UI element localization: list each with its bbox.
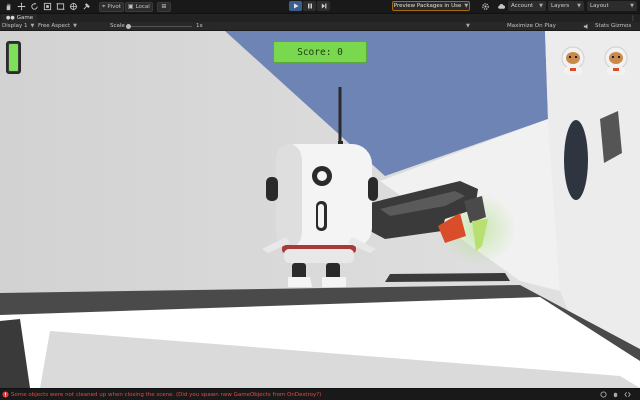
- life-astronaut-icon: [561, 46, 585, 75]
- play-focus-dropdown[interactable]: ▼: [466, 22, 470, 31]
- layers-label: Layers: [551, 3, 570, 9]
- floor-vent: [385, 273, 510, 282]
- progress-icon[interactable]: [600, 391, 607, 398]
- bug-icon[interactable]: [612, 391, 619, 398]
- play-button[interactable]: [289, 1, 302, 11]
- wall-porthole: [564, 120, 588, 200]
- scale-slider-handle[interactable]: [126, 24, 131, 29]
- rect-icon[interactable]: [56, 2, 65, 11]
- console-status-bar[interactable]: Some objects were not cleaned up when cl…: [0, 388, 640, 400]
- preview-packages-dropdown[interactable]: Preview Packages in Use ▼: [392, 1, 470, 11]
- scale-slider-track[interactable]: [128, 26, 192, 27]
- chevron-down-icon: ▼: [464, 3, 469, 9]
- code-icon[interactable]: [624, 391, 631, 398]
- step-button[interactable]: [317, 1, 330, 11]
- stats-button[interactable]: Stats: [595, 22, 609, 31]
- chevron-down-icon: ▼: [577, 3, 581, 9]
- pause-icon: [307, 3, 312, 9]
- local-toggle[interactable]: ▣ Local: [124, 1, 153, 12]
- pivot-label: Pivot: [107, 3, 121, 10]
- custom-tool-icon[interactable]: [82, 2, 91, 11]
- error-icon: [2, 391, 9, 398]
- score-display: Score: 0: [273, 41, 367, 63]
- game-scene: [0, 31, 640, 388]
- layers-dropdown[interactable]: Layers ▼: [548, 1, 584, 11]
- move-icon[interactable]: [17, 2, 26, 11]
- display-dropdown[interactable]: Display 1 ▼: [2, 22, 34, 31]
- layout-dropdown[interactable]: Layout ▼: [587, 1, 637, 11]
- main-toolbar: ⌖ Pivot ▣ Local ⊞ Preview Packages in Us…: [0, 0, 640, 13]
- cloud-icon[interactable]: [497, 2, 506, 11]
- local-icon: ▣: [127, 2, 134, 10]
- rotate-icon[interactable]: [30, 2, 39, 11]
- layout-label: Layout: [590, 3, 609, 9]
- chevron-down-icon: ▼: [466, 23, 470, 29]
- account-label: Account: [511, 3, 534, 9]
- chevron-down-icon: ▼: [539, 3, 543, 9]
- play-icon: [293, 3, 298, 9]
- playmode-controls: [289, 1, 330, 11]
- gizmos-button[interactable]: Gizmos: [611, 22, 631, 31]
- status-message: Some objects were not cleaned up when cl…: [11, 391, 322, 398]
- grid-snap-icon: ⊞: [161, 2, 167, 10]
- chevron-down-icon: ▼: [73, 23, 77, 29]
- scale-icon[interactable]: [43, 2, 52, 11]
- transform-icon[interactable]: [69, 2, 78, 11]
- tab-bar: ●● Game ⋮: [0, 13, 640, 23]
- aspect-dropdown[interactable]: Free Aspect ▼: [38, 22, 77, 31]
- score-text: Score: 0: [297, 46, 343, 58]
- battery-fill: [9, 44, 18, 71]
- preview-packages-label: Preview Packages in Use: [393, 3, 462, 9]
- game-viewport[interactable]: Score: 0: [0, 31, 640, 388]
- grid-snap-button[interactable]: ⊞: [156, 1, 171, 12]
- mute-audio-button[interactable]: [583, 22, 590, 31]
- scale-label: Scale: [110, 23, 125, 29]
- game-view-controls: Display 1 ▼ Free Aspect ▼ Scale 1x ▼ Max…: [0, 22, 640, 31]
- step-icon: [321, 3, 326, 9]
- display-label: Display 1: [2, 23, 28, 29]
- maximize-on-play-button[interactable]: Maximize On Play: [507, 22, 556, 31]
- scale-value: 1x: [196, 23, 203, 29]
- pause-button[interactable]: [303, 1, 316, 11]
- hand-icon[interactable]: [4, 2, 13, 11]
- pivot-toggle[interactable]: ⌖ Pivot: [99, 1, 124, 12]
- account-dropdown[interactable]: Account ▼: [508, 1, 546, 11]
- aspect-label: Free Aspect: [38, 23, 71, 29]
- speaker-icon: [583, 23, 588, 30]
- chevron-down-icon: ▼: [30, 23, 35, 29]
- local-label: Local: [135, 3, 150, 10]
- settings-icon[interactable]: [481, 2, 490, 11]
- pivot-icon: ⌖: [102, 2, 106, 10]
- life-astronaut-icon: [604, 46, 628, 75]
- chevron-down-icon: ▼: [630, 3, 634, 9]
- battery-meter: [6, 41, 21, 74]
